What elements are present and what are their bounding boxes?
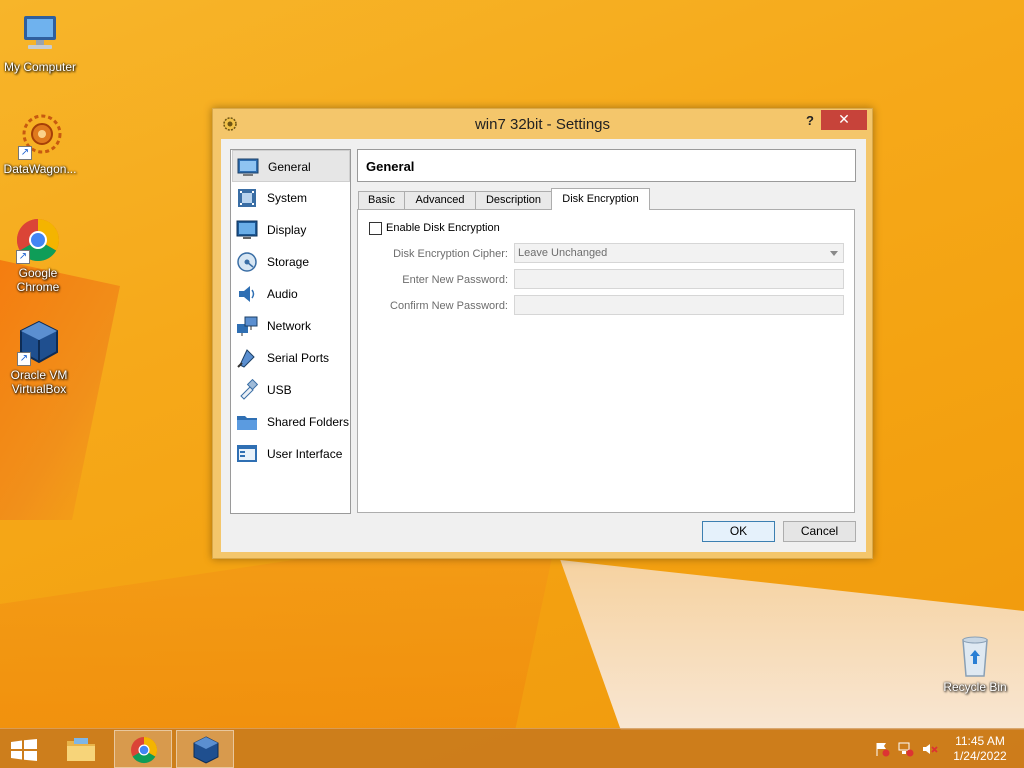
shortcut-arrow-icon: ↗ xyxy=(18,146,32,160)
system-clock[interactable]: 11:45 AM 1/24/2022 xyxy=(944,734,1016,764)
chrome-icon xyxy=(129,736,159,764)
datawagon-icon: ↗ xyxy=(16,112,64,160)
network-icon[interactable] xyxy=(898,741,914,757)
enable-disk-encryption-checkbox[interactable] xyxy=(369,222,382,235)
general-icon xyxy=(237,156,259,178)
sidebar-item-display[interactable]: Display xyxy=(232,214,350,246)
desktop-icon-label: DataWagon... xyxy=(3,162,77,176)
serial-ports-icon xyxy=(236,347,258,369)
taskbar: 11:45 AM 1/24/2022 xyxy=(0,728,1024,768)
taskbar-virtualbox[interactable] xyxy=(176,730,234,768)
sidebar-item-label: Storage xyxy=(267,255,310,269)
tab-advanced[interactable]: Advanced xyxy=(404,191,476,210)
sidebar-item-shared-folders[interactable]: Shared Folders xyxy=(232,406,350,438)
sidebar-item-label: Display xyxy=(267,223,307,237)
tab-description[interactable]: Description xyxy=(475,191,552,210)
dialog-client-area: General System Display Storage Audio Net… xyxy=(221,139,866,552)
sidebar-item-label: Shared Folders xyxy=(267,415,350,429)
new-password-label: Enter New Password: xyxy=(402,274,508,286)
tab-disk-encryption[interactable]: Disk Encryption xyxy=(551,188,650,210)
sidebar-item-usb[interactable]: USB xyxy=(232,374,350,406)
recycle-bin-icon xyxy=(951,632,999,678)
sidebar-item-network[interactable]: Network xyxy=(232,310,350,342)
settings-sidebar: General System Display Storage Audio Net… xyxy=(230,149,351,514)
sidebar-item-label: System xyxy=(267,191,308,205)
virtualbox-icon: ↗ xyxy=(15,318,63,366)
start-button[interactable] xyxy=(10,739,38,761)
taskbar-file-explorer[interactable] xyxy=(52,730,110,768)
sidebar-item-serial-ports[interactable]: Serial Ports xyxy=(232,342,350,374)
desktop-icon-label: Recycle Bin xyxy=(943,680,1007,694)
desktop-icon-virtualbox[interactable]: ↗ Oracle VM VirtualBox xyxy=(0,318,79,396)
cipher-label: Disk Encryption Cipher: xyxy=(393,248,508,260)
close-button[interactable]: ✕ xyxy=(821,110,867,130)
computer-icon xyxy=(16,10,64,58)
shortcut-arrow-icon: ↗ xyxy=(16,250,30,264)
settings-dialog: win7 32bit - Settings ? ✕ General System xyxy=(212,108,873,559)
chrome-icon: ↗ xyxy=(14,216,62,264)
usb-icon xyxy=(236,378,259,401)
chevron-down-icon xyxy=(830,251,838,256)
sidebar-item-label: User Interface xyxy=(267,447,343,461)
storage-icon xyxy=(236,251,258,273)
sidebar-item-label: General xyxy=(268,160,311,174)
sidebar-item-label: Audio xyxy=(267,287,298,301)
clock-time: 11:45 AM xyxy=(955,734,1005,748)
audio-icon xyxy=(236,283,258,305)
ok-button[interactable]: OK xyxy=(702,521,775,542)
shortcut-arrow-icon: ↗ xyxy=(17,352,31,366)
enable-disk-encryption-label[interactable]: Enable Disk Encryption xyxy=(386,222,500,234)
disk-encryption-panel: Enable Disk Encryption Disk Encryption C… xyxy=(357,209,855,513)
confirm-password-field[interactable] xyxy=(514,295,844,315)
sidebar-item-user-interface[interactable]: User Interface xyxy=(232,438,350,470)
shared-folders-icon xyxy=(236,411,258,433)
page-title: General xyxy=(366,159,415,174)
system-icon xyxy=(236,187,258,209)
cancel-button[interactable]: Cancel xyxy=(783,521,856,542)
sidebar-item-label: Network xyxy=(267,319,312,333)
volume-muted-icon[interactable] xyxy=(922,741,938,757)
tab-basic[interactable]: Basic xyxy=(358,191,405,210)
sidebar-item-general[interactable]: General xyxy=(232,150,350,182)
help-button[interactable]: ? xyxy=(803,113,817,128)
windows-logo-icon xyxy=(11,739,37,761)
desktop-icon-label: Oracle VM VirtualBox xyxy=(10,368,68,396)
sidebar-item-label: USB xyxy=(267,383,292,397)
dialog-title: win7 32bit - Settings xyxy=(474,116,611,133)
taskbar-chrome[interactable] xyxy=(114,730,172,768)
page-title-box: General xyxy=(357,149,856,182)
action-center-flag-icon[interactable] xyxy=(874,741,890,757)
new-password-field[interactable] xyxy=(514,269,844,289)
desktop-icon-label: Google Chrome xyxy=(16,266,60,294)
user-interface-icon xyxy=(236,443,258,465)
title-bar[interactable]: win7 32bit - Settings ? ✕ xyxy=(213,109,872,139)
confirm-password-label: Confirm New Password: xyxy=(390,300,508,312)
desktop-icon-my-computer[interactable]: My Computer xyxy=(0,10,80,74)
cipher-select[interactable]: Leave Unchanged xyxy=(514,243,844,263)
display-icon xyxy=(236,219,258,241)
desktop-icon-datawagon[interactable]: ↗ DataWagon... xyxy=(0,112,80,176)
sidebar-item-label: Serial Ports xyxy=(267,351,330,365)
file-explorer-icon xyxy=(66,735,96,763)
desktop-icon-recycle-bin[interactable]: Recycle Bin xyxy=(935,632,1015,694)
desktop-icon-label: My Computer xyxy=(3,60,77,74)
sidebar-item-storage[interactable]: Storage xyxy=(232,246,350,278)
cipher-select-value: Leave Unchanged xyxy=(518,247,608,259)
network-icon xyxy=(236,315,258,337)
sidebar-item-audio[interactable]: Audio xyxy=(232,278,350,310)
sidebar-item-system[interactable]: System xyxy=(232,182,350,214)
desktop-icon-google-chrome[interactable]: ↗ Google Chrome xyxy=(0,216,78,294)
virtualbox-icon xyxy=(191,736,221,764)
clock-date: 1/24/2022 xyxy=(953,749,1007,763)
